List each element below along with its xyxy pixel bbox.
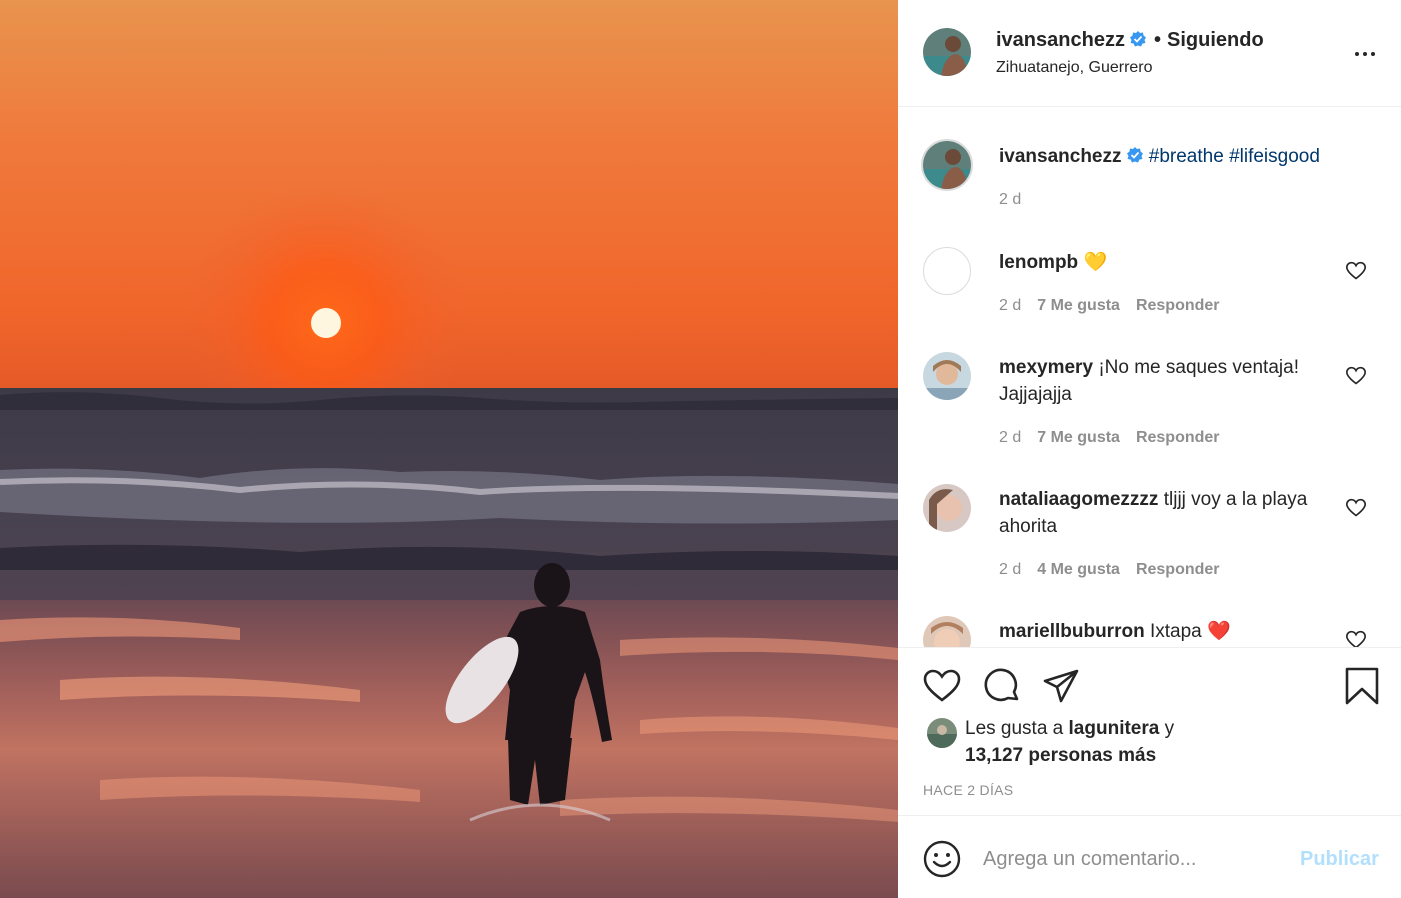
comment-text: lenompb 💛 <box>999 249 1339 276</box>
following-button[interactable]: Siguiendo <box>1167 29 1264 52</box>
comment-body: 💛 <box>1083 252 1108 273</box>
likes-prefix: Les gusta a <box>965 718 1069 739</box>
author-avatar[interactable] <box>923 28 971 76</box>
commenter-username[interactable]: nataliaagomezzzz <box>999 489 1158 510</box>
commenter-avatar[interactable] <box>923 247 971 295</box>
verified-badge-icon <box>1129 31 1146 47</box>
comment-text: nataliaagomezzzz tljjj voy a la playa ah… <box>999 486 1339 540</box>
commenter-username[interactable]: mexymery <box>999 357 1093 378</box>
commenter-username[interactable]: lenompb <box>999 252 1078 273</box>
likes-count[interactable]: 13,127 personas más <box>965 745 1156 766</box>
paper-plane-icon[interactable] <box>1041 666 1081 706</box>
comment-heart-icon[interactable] <box>1346 261 1366 281</box>
comment-text: mexymery ¡No me saques ventaja! Jajjajaj… <box>999 354 1339 408</box>
sunset-surfer-image <box>0 0 898 898</box>
post-timestamp[interactable]: HACE 2 DÍAS <box>923 782 1013 798</box>
emoji-icon[interactable] <box>923 840 961 878</box>
reply-button[interactable]: Responder <box>1136 429 1220 446</box>
author-username-text[interactable]: ivansanchezz <box>996 29 1125 51</box>
commenter-avatar[interactable] <box>923 484 971 532</box>
comment-time[interactable]: 2 d <box>999 429 1021 446</box>
caption-time[interactable]: 2 d <box>999 191 1021 208</box>
post-actions: Les gusta a lagunitera y 13,127 personas… <box>898 647 1401 815</box>
caption-author-avatar[interactable] <box>921 139 973 191</box>
publish-button[interactable]: Publicar <box>1300 848 1379 871</box>
likes-connector: y <box>1159 718 1175 739</box>
post-header: ivansanchezz • Siguiendo Zihuatanejo, Gu… <box>898 0 1401 107</box>
commenter-avatar[interactable] <box>923 352 971 400</box>
comment-heart-icon[interactable] <box>1346 366 1366 386</box>
hashtag-breathe[interactable]: #breathe <box>1149 146 1224 167</box>
comment-text: mariellbuburron Ixtapa ❤️ <box>999 618 1339 645</box>
comment-meta: 2 d 7 Me gusta Responder <box>999 297 1236 315</box>
more-horizontal-icon[interactable] <box>1353 42 1377 66</box>
commenter-username[interactable]: mariellbuburron <box>999 621 1145 642</box>
heart-icon[interactable] <box>922 666 962 706</box>
author-username[interactable]: ivansanchezz <box>996 29 1147 52</box>
hashtag-lifeisgood[interactable]: #lifeisgood <box>1229 146 1320 167</box>
caption-text: ivansanchezz #breathe #lifeisgood <box>999 143 1379 170</box>
verified-badge-icon <box>1126 147 1143 163</box>
comments-list[interactable]: ivansanchezz #breathe #lifeisgood 2 d le… <box>898 107 1401 647</box>
comment-time[interactable]: 2 d <box>999 297 1021 314</box>
caption-meta: 2 d <box>999 191 1037 209</box>
comment-heart-icon[interactable] <box>1346 630 1366 647</box>
reply-button[interactable]: Responder <box>1136 297 1220 314</box>
comment-likes[interactable]: 7 Me gusta <box>1037 297 1120 314</box>
comment-heart-icon[interactable] <box>1346 498 1366 518</box>
post-details-panel: ivansanchezz • Siguiendo Zihuatanejo, Gu… <box>898 0 1401 898</box>
liker-username[interactable]: lagunitera <box>1069 718 1160 739</box>
comment-time[interactable]: 2 d <box>999 561 1021 578</box>
comment-meta: 2 d 7 Me gusta Responder <box>999 429 1236 447</box>
comment-meta: 2 d 4 Me gusta Responder <box>999 561 1236 579</box>
liker-avatar[interactable] <box>927 718 957 748</box>
comment-likes[interactable]: 4 Me gusta <box>1037 561 1120 578</box>
caption-username[interactable]: ivansanchezz <box>999 146 1122 167</box>
commenter-avatar[interactable] <box>923 616 971 647</box>
add-comment-bar: Publicar <box>898 815 1401 898</box>
reply-button[interactable]: Responder <box>1136 561 1220 578</box>
location-link[interactable]: Zihuatanejo, Guerrero <box>996 59 1153 77</box>
comment-body: Ixtapa ❤️ <box>1149 621 1231 642</box>
post-photo[interactable] <box>0 0 898 898</box>
comment-input[interactable] <box>983 842 1283 876</box>
comment-likes[interactable]: 7 Me gusta <box>1037 429 1120 446</box>
likes-summary: Les gusta a lagunitera y 13,127 personas… <box>965 715 1174 769</box>
bookmark-icon[interactable] <box>1342 666 1382 706</box>
separator-dot: • <box>1154 29 1162 51</box>
comment-icon[interactable] <box>982 666 1022 706</box>
